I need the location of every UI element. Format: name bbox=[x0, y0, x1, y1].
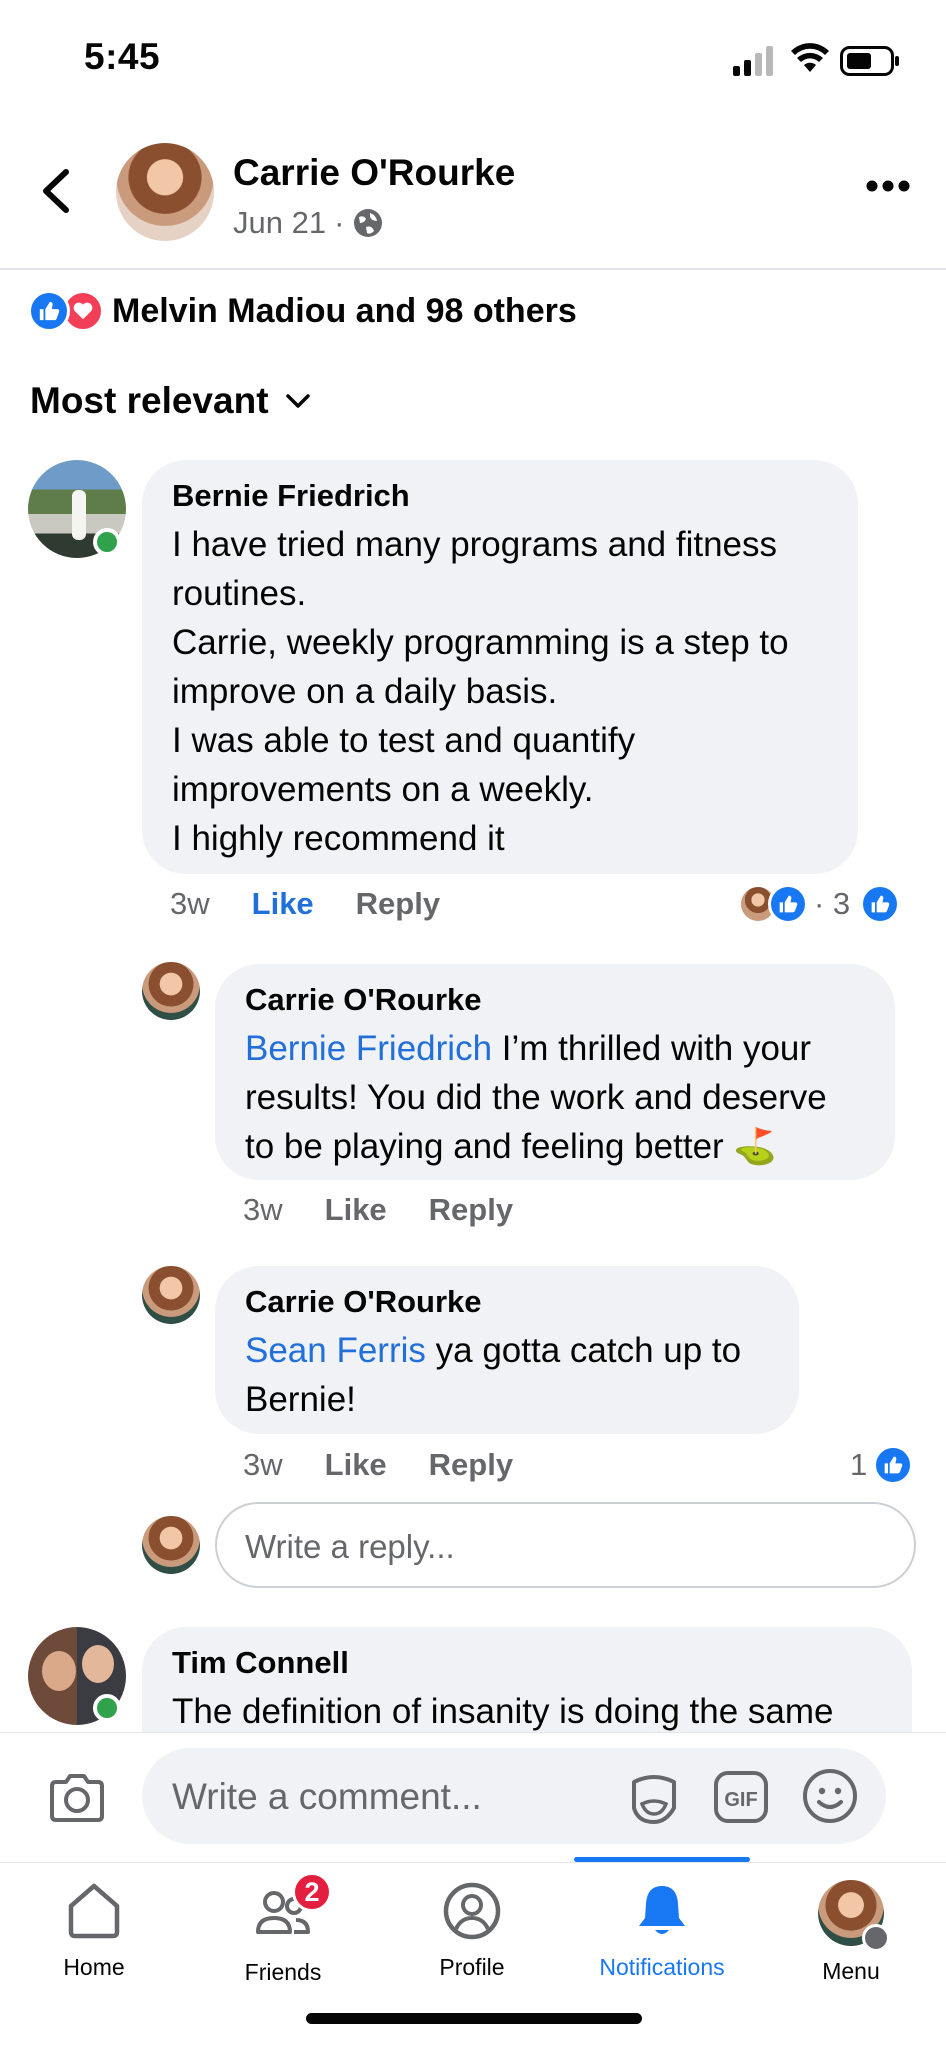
comment-actions: 3w Like Reply bbox=[170, 886, 440, 922]
reply-text: Sean Ferris ya gotta catch up to Bernie! bbox=[245, 1326, 769, 1424]
reply-actions: 3w Like Reply bbox=[243, 1447, 513, 1483]
sticker-icon[interactable] bbox=[626, 1770, 682, 1826]
globe-icon bbox=[354, 209, 383, 237]
active-tab-indicator bbox=[574, 1857, 750, 1862]
back-arrow-icon[interactable] bbox=[38, 168, 74, 214]
mention-link[interactable]: Sean Ferris bbox=[245, 1331, 426, 1370]
like-icon[interactable] bbox=[860, 884, 901, 924]
reply-time: 3w bbox=[243, 1192, 283, 1227]
mention-link[interactable]: Bernie Friedrich bbox=[245, 1029, 492, 1068]
reply-bubble[interactable]: Carrie O'Rourke Bernie Friedrich I’m thr… bbox=[215, 964, 895, 1180]
gif-icon[interactable]: GIF bbox=[713, 1770, 769, 1824]
reply-text: Bernie Friedrich I’m thrilled with your … bbox=[245, 1024, 865, 1171]
post-author-name[interactable]: Carrie O'Rourke bbox=[233, 152, 515, 194]
friends-badge: 2 bbox=[292, 1872, 332, 1912]
reactions-summary[interactable]: Melvin Madiou and 98 others bbox=[28, 290, 577, 332]
reply-button[interactable]: Reply bbox=[356, 886, 440, 922]
battery-icon bbox=[840, 46, 899, 76]
tab-label: Notifications bbox=[599, 1954, 725, 1980]
current-user-avatar bbox=[142, 1516, 200, 1574]
reply-bubble[interactable]: Carrie O'Rourke Sean Ferris ya gotta cat… bbox=[215, 1266, 799, 1434]
tab-notifications[interactable]: Notifications bbox=[582, 1880, 742, 1981]
reaction-count: · 3 bbox=[814, 886, 851, 921]
sort-label: Most relevant bbox=[30, 380, 269, 421]
tab-label: Menu bbox=[822, 1958, 880, 1984]
home-icon bbox=[68, 1883, 120, 1939]
profile-icon bbox=[443, 1882, 501, 1940]
comment-author[interactable]: Bernie Friedrich bbox=[172, 478, 828, 514]
camera-icon[interactable] bbox=[48, 1772, 106, 1824]
header-divider bbox=[0, 268, 946, 270]
post-meta: Jun 21 · bbox=[233, 205, 384, 241]
like-reaction-icon bbox=[768, 884, 808, 924]
comment-author[interactable]: Tim Connell bbox=[172, 1645, 882, 1681]
wifi-icon bbox=[791, 43, 829, 72]
reply-author-avatar[interactable] bbox=[142, 1266, 200, 1324]
tab-label: Home bbox=[63, 1954, 125, 1980]
reactions-summary-text: Melvin Madiou and 98 others bbox=[112, 291, 577, 330]
cellular-signal-icon bbox=[733, 46, 773, 76]
tab-profile[interactable]: Profile bbox=[392, 1880, 552, 1981]
status-time: 5:45 bbox=[84, 36, 161, 77]
tab-home[interactable]: Home bbox=[14, 1880, 174, 1981]
home-indicator bbox=[306, 2013, 642, 2024]
reply-author[interactable]: Carrie O'Rourke bbox=[245, 1284, 769, 1320]
reply-input[interactable]: Write a reply... bbox=[215, 1502, 916, 1588]
comment-placeholder: Write a comment... bbox=[172, 1776, 482, 1817]
reply-button[interactable]: Reply bbox=[429, 1192, 513, 1228]
chevron-down-icon bbox=[285, 394, 310, 408]
like-reaction-icon bbox=[873, 1445, 914, 1485]
emoji-icon[interactable] bbox=[802, 1768, 858, 1824]
reply-time: 3w bbox=[243, 1447, 283, 1482]
menu-lines-icon bbox=[862, 1924, 890, 1952]
svg-text:GIF: GIF bbox=[724, 1789, 757, 1811]
like-reaction-icon bbox=[28, 290, 70, 332]
reply-button[interactable]: Reply bbox=[429, 1447, 513, 1483]
meta-separator: · bbox=[334, 205, 345, 240]
post-date[interactable]: Jun 21 bbox=[233, 205, 326, 241]
comment-sort-dropdown[interactable]: Most relevant bbox=[30, 380, 311, 422]
comment-time: 3w bbox=[170, 886, 210, 921]
like-button[interactable]: Like bbox=[325, 1447, 387, 1483]
comment-text: I have tried many programs and fitness r… bbox=[172, 525, 789, 858]
like-button[interactable]: Like bbox=[325, 1192, 387, 1228]
tab-label: Profile bbox=[439, 1954, 505, 1980]
reply-actions: 3w Like Reply bbox=[243, 1192, 513, 1228]
tab-label: Friends bbox=[244, 1959, 322, 1985]
more-options-icon[interactable] bbox=[866, 178, 910, 194]
post-author-avatar[interactable] bbox=[116, 143, 214, 241]
tab-menu[interactable]: Menu bbox=[771, 1880, 931, 1985]
menu-avatar bbox=[818, 1880, 890, 1952]
online-status-dot bbox=[93, 1694, 121, 1722]
tab-friends[interactable]: 2 Friends bbox=[203, 1872, 363, 1986]
comment-text: The definition of insanity is doing the … bbox=[172, 1692, 834, 1731]
reaction-count: 1 bbox=[850, 1447, 868, 1482]
bell-icon bbox=[639, 1886, 685, 1934]
like-button[interactable]: Like bbox=[252, 886, 314, 922]
reply-reactions[interactable]: 1 bbox=[850, 1445, 914, 1485]
online-status-dot bbox=[93, 528, 121, 556]
reply-author[interactable]: Carrie O'Rourke bbox=[245, 982, 865, 1018]
comment-bubble[interactable]: Bernie Friedrich I have tried many progr… bbox=[142, 460, 858, 874]
reply-author-avatar[interactable] bbox=[142, 962, 200, 1020]
comment-reactions[interactable]: · 3 bbox=[738, 884, 901, 924]
